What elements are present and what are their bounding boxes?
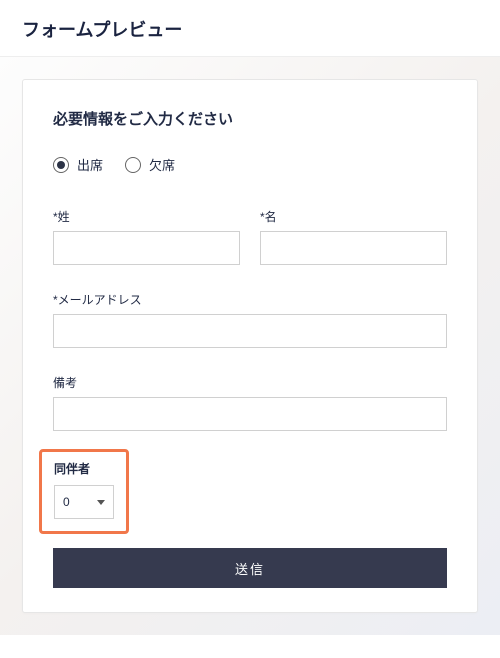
first-name-label: *名 <box>260 208 447 225</box>
first-name-input[interactable] <box>260 231 447 265</box>
chevron-down-icon <box>97 500 105 505</box>
attendance-radio-group: 出席 欠席 <box>53 155 447 174</box>
email-label: *メールアドレス <box>53 291 447 308</box>
radio-attend-label: 出席 <box>77 155 103 174</box>
preview-background: 必要情報をご入力ください 出席 欠席 *姓 *名 <box>0 57 500 635</box>
last-name-input[interactable] <box>53 231 240 265</box>
first-name-field: *名 <box>260 208 447 265</box>
companions-highlight: 同伴者 0 <box>39 449 129 534</box>
page-title: フォームプレビュー <box>0 0 500 57</box>
radio-absent-label: 欠席 <box>149 155 175 174</box>
submit-label: 送信 <box>235 559 265 578</box>
radio-attend[interactable]: 出席 <box>53 155 103 174</box>
last-name-label: *姓 <box>53 208 240 225</box>
companions-label: 同伴者 <box>54 460 114 477</box>
notes-input[interactable] <box>53 397 447 431</box>
radio-absent[interactable]: 欠席 <box>125 155 175 174</box>
form-title: 必要情報をご入力ください <box>53 108 447 129</box>
last-name-field: *姓 <box>53 208 240 265</box>
email-field: *メールアドレス <box>53 291 447 348</box>
notes-field: 備考 <box>53 374 447 431</box>
form-card: 必要情報をご入力ください 出席 欠席 *姓 *名 <box>22 79 478 613</box>
email-input[interactable] <box>53 314 447 348</box>
radio-attend-circle <box>53 157 69 173</box>
companions-value: 0 <box>63 495 70 509</box>
radio-absent-circle <box>125 157 141 173</box>
companions-select[interactable]: 0 <box>54 485 114 519</box>
notes-label: 備考 <box>53 374 447 391</box>
submit-button[interactable]: 送信 <box>53 548 447 588</box>
